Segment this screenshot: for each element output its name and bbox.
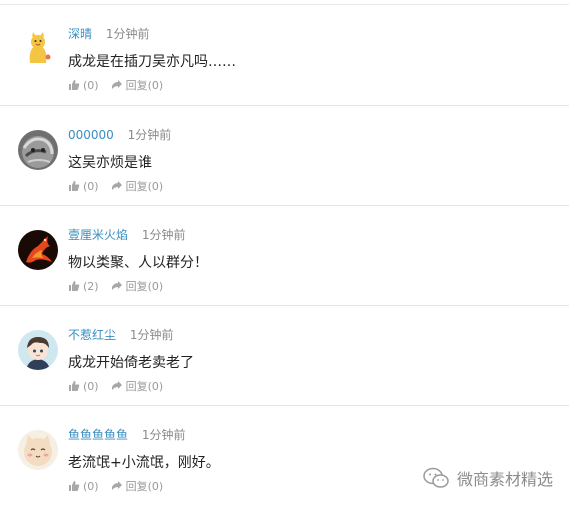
reply-label: 回复 [125,79,148,92]
like-button[interactable]: (0) [68,380,99,393]
like-count: (0) [83,379,99,393]
like-button[interactable]: (0) [68,480,99,493]
thumbs-up-icon [69,481,80,491]
comment-meta: 深晴 1分钟前 [68,25,149,42]
avatar[interactable] [18,430,58,470]
comment-list: 深晴 1分钟前 成龙是在插刀吴亦凡吗…… (0) 回复 (0) 000000 1… [0,0,569,505]
like-button[interactable]: (0) [68,180,99,193]
comment-time: 1分钟前 [141,228,186,242]
like-button[interactable]: (2) [68,280,99,293]
comment-text: 成龙开始倚老卖老了 [68,355,194,371]
reply-button[interactable]: 回复 (0) [111,378,164,394]
like-count: (0) [83,179,99,193]
username-link[interactable]: 000000 [68,128,114,142]
reply-label: 回复 [125,180,148,193]
reply-count: (0) [147,179,164,193]
watermark: 微商素材精选 [423,466,553,490]
thumbs-up-icon [69,181,80,191]
comment-item: 深晴 1分钟前 成龙是在插刀吴亦凡吗…… (0) 回复 (0) [0,4,569,105]
comment-item: 鱼鱼鱼鱼鱼 1分钟前 老流氓+小流氓，刚好。 (0) 回复 (0) [0,405,569,505]
comment-text: 这吴亦烦是谁 [68,155,152,171]
comment-item: 000000 1分钟前 这吴亦烦是谁 (0) 回复 (0) [0,105,569,205]
cute-cat-avatar-icon [18,430,58,470]
reply-button[interactable]: 回复 (0) [111,77,164,93]
comment-text: 物以类聚、人以群分！ [68,255,208,271]
comment-time: 1分钟前 [129,328,174,342]
comment-text: 成龙是在插刀吴亦凡吗…… [68,54,236,70]
comment-actions: (0) 回复 (0) [68,77,163,93]
username-link[interactable]: 深晴 [68,27,92,41]
reply-count: (0) [147,479,164,493]
comment-meta: 鱼鱼鱼鱼鱼 1分钟前 [68,426,185,443]
comment-time: 1分钟前 [141,428,186,442]
thumbs-up-icon [69,80,80,90]
cat-cartoon-avatar-icon [18,29,58,69]
reply-label: 回复 [125,480,148,493]
comment-text: 老流氓+小流氓，刚好。 [68,455,220,471]
like-count: (0) [83,479,99,493]
avatar[interactable] [18,230,58,270]
username-link[interactable]: 壹厘米火焰 [68,228,128,242]
comment-actions: (0) 回复 (0) [68,178,163,194]
comment-time: 1分钟前 [127,128,172,142]
wechat-icon [423,467,449,488]
comment-time: 1分钟前 [105,27,150,41]
comment-actions: (2) 回复 (0) [68,278,163,294]
reply-count: (0) [147,379,164,393]
comment-meta: 壹厘米火焰 1分钟前 [68,226,185,243]
reply-count: (0) [147,78,164,92]
reply-label: 回复 [125,380,148,393]
thumbs-up-icon [69,381,80,391]
like-count: (0) [83,78,99,92]
username-link[interactable]: 不惹红尘 [68,328,116,342]
reply-arrow-icon [111,80,122,89]
comment-item: 壹厘米火焰 1分钟前 物以类聚、人以群分！ (2) 回复 (0) [0,205,569,305]
reply-arrow-icon [111,381,122,390]
comment-item: 不惹红尘 1分钟前 成龙开始倚老卖老了 (0) 回复 (0) [0,305,569,405]
fire-horse-avatar-icon [18,230,58,270]
comment-actions: (0) 回复 (0) [68,378,163,394]
reply-arrow-icon [111,481,122,490]
comment-meta: 不惹红尘 1分钟前 [68,326,173,343]
reply-arrow-icon [111,281,122,290]
avatar[interactable] [18,130,58,170]
reply-button[interactable]: 回复 (0) [111,478,164,494]
username-link[interactable]: 鱼鱼鱼鱼鱼 [68,428,128,442]
reply-arrow-icon [111,181,122,190]
gray-animal-avatar-icon [18,130,58,170]
anime-boy-avatar-icon [18,330,58,370]
avatar[interactable] [18,29,58,69]
like-button[interactable]: (0) [68,79,99,92]
avatar[interactable] [18,330,58,370]
reply-count: (0) [147,279,164,293]
reply-button[interactable]: 回复 (0) [111,278,164,294]
comment-meta: 000000 1分钟前 [68,126,171,143]
comment-actions: (0) 回复 (0) [68,478,163,494]
reply-button[interactable]: 回复 (0) [111,178,164,194]
watermark-text: 微商素材精选 [456,470,553,489]
thumbs-up-icon [69,281,80,291]
like-count: (2) [83,279,99,293]
reply-label: 回复 [125,280,148,293]
